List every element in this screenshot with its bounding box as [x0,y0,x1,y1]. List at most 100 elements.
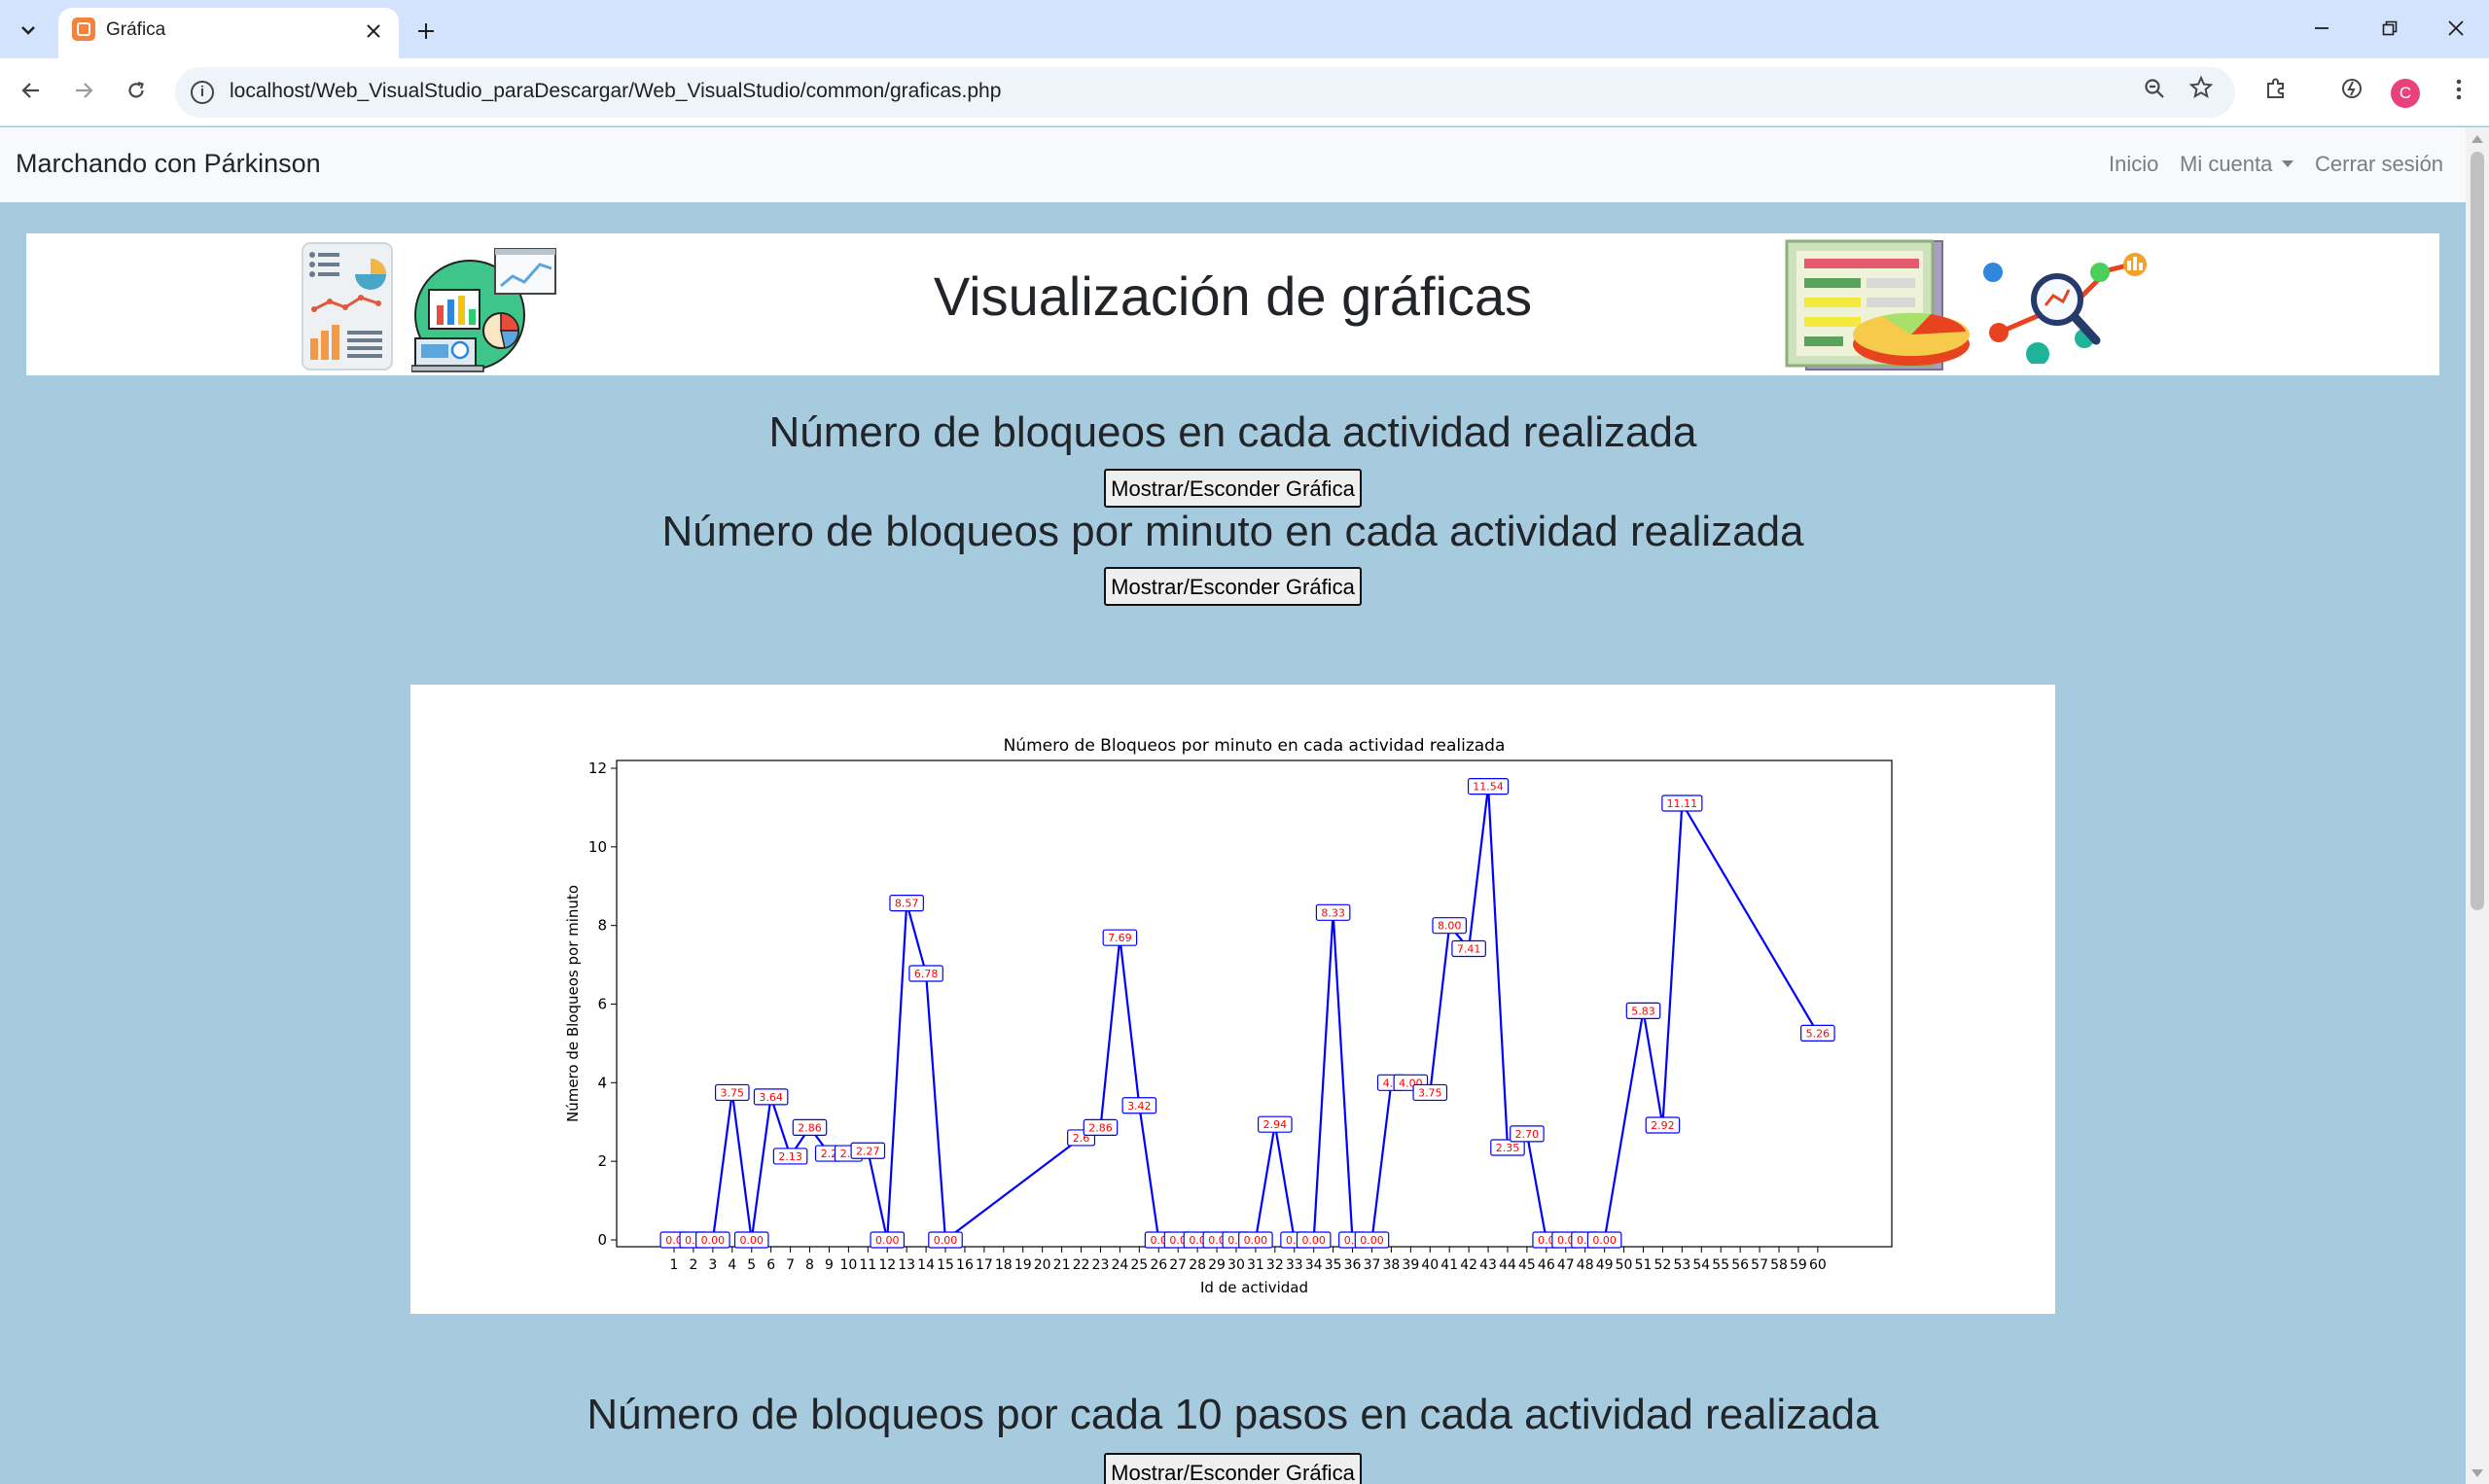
x-tick-label: 29 [1208,1257,1226,1273]
x-tick-label: 25 [1130,1257,1148,1273]
x-tick-label: 47 [1557,1257,1575,1273]
tab-list-button[interactable] [12,14,45,45]
profile-avatar[interactable]: C [2391,79,2420,108]
x-tick-label: 32 [1266,1257,1284,1273]
data-label: 0.00 [934,1234,958,1247]
x-tick-label: 17 [976,1257,993,1273]
plus-icon [418,23,434,39]
x-tick-label: 45 [1518,1257,1536,1273]
forward-button[interactable] [64,72,103,111]
data-label: 5.83 [1631,1005,1655,1017]
x-tick-label: 36 [1344,1257,1362,1273]
data-label: 5.26 [1806,1027,1831,1040]
x-tick-label: 14 [917,1257,935,1273]
data-label: 0.00 [1592,1234,1617,1247]
x-tick-label: 21 [1053,1257,1071,1273]
x-tick-label: 53 [1673,1257,1690,1273]
magnifier-analytics-illustration-icon [1983,253,2147,364]
back-button[interactable] [12,72,51,111]
x-tick-label: 16 [956,1257,974,1273]
reload-button[interactable] [117,72,156,111]
address-bar[interactable]: i localhost/Web_VisualStudio_paraDescarg… [175,67,2235,118]
x-tick-label: 60 [1809,1257,1827,1273]
restore-icon [2382,20,2398,36]
x-tick-label: 15 [937,1257,954,1273]
x-tick-label: 48 [1577,1257,1594,1273]
x-tick-label: 56 [1731,1257,1749,1273]
data-label: 11.11 [1667,797,1698,810]
brand-link[interactable]: Marchando con Párkinson [16,149,321,179]
browser-menu-button[interactable] [2439,72,2478,111]
performance-button[interactable] [2332,72,2371,111]
x-tick-label: 3 [708,1257,717,1273]
scroll-down-arrow-icon[interactable] [2471,1469,2483,1477]
bookmark-button[interactable] [2183,74,2220,111]
pie-chart-board-illustration-icon [1785,239,1970,371]
page-scrollbar[interactable] [2466,127,2489,1484]
data-label: 2.35 [1496,1142,1520,1154]
x-tick-label: 59 [1790,1257,1807,1273]
data-label: 8.33 [1321,906,1345,919]
scroll-up-arrow-icon[interactable] [2471,135,2483,143]
x-tick-label: 46 [1538,1257,1555,1273]
speedometer-icon [2342,79,2362,98]
url-text[interactable]: localhost/Web_VisualStudio_paraDescargar… [230,80,1001,103]
arrow-right-icon [76,83,93,98]
x-tick-label: 42 [1460,1257,1477,1273]
x-tick-label: 40 [1421,1257,1439,1273]
data-label: 11.54 [1473,781,1504,794]
data-label: 2.70 [1515,1128,1540,1141]
section-title-bloqueos-10-pasos: Número de bloqueos por cada 10 pasos en … [587,1391,1879,1438]
x-tick-label: 34 [1305,1257,1323,1273]
extensions-button[interactable] [2257,72,2295,111]
toggle-chart-bloqueos-10-pasos-button[interactable]: Mostrar/Esconder Gráfica [1104,1453,1362,1484]
nav-cerrar-sesion-link[interactable]: Cerrar sesión [2315,152,2443,177]
zoom-button[interactable] [2136,74,2173,111]
line-chart: Número de Bloqueos por minuto en cada ac… [564,736,1893,1296]
window-close-button[interactable] [2434,10,2478,49]
toggle-chart-bloqueos-minuto-button[interactable]: Mostrar/Esconder Gráfica [1104,567,1362,606]
nav-inicio-link[interactable]: Inicio [2109,152,2158,177]
toggle-chart-bloqueos-button[interactable]: Mostrar/Esconder Gráfica [1104,469,1362,508]
minimize-button[interactable] [2299,10,2344,49]
minimize-icon [2315,27,2329,29]
x-tick-label: 43 [1479,1257,1497,1273]
x-tick-label: 8 [805,1257,814,1273]
site-info-icon[interactable]: i [191,81,214,104]
nav-mi-cuenta-dropdown[interactable]: Mi cuenta [2180,152,2294,177]
x-tick-label: 7 [786,1257,795,1273]
x-tick-label: 39 [1402,1257,1419,1273]
header-banner: Visualización de gráficas [26,233,2439,375]
x-tick-label: 52 [1654,1257,1672,1273]
x-tick-label: 27 [1169,1257,1187,1273]
browser-tab[interactable]: Gráfica [58,8,399,58]
data-label: 0.00 [1244,1234,1268,1247]
x-tick-label: 19 [1014,1257,1032,1273]
x-tick-label: 1 [670,1257,679,1273]
x-tick-label: 35 [1325,1257,1342,1273]
scrollbar-thumb[interactable] [2471,152,2484,910]
chart-title: Número de Bloqueos por minuto en cada ac… [1004,736,1506,756]
star-icon [2188,75,2214,99]
x-tick-label: 37 [1364,1257,1381,1273]
x-tick-label: 50 [1616,1257,1633,1273]
x-tick-label: 18 [995,1257,1013,1273]
data-label: 2.92 [1651,1119,1675,1132]
restore-button[interactable] [2367,10,2412,49]
new-tab-button[interactable] [409,12,444,47]
browser-tab-bar: Gráfica [0,0,2489,58]
close-icon [367,24,380,38]
tab-close-button[interactable] [358,14,389,45]
data-label: 8.57 [895,898,919,910]
data-label: 3.75 [721,1086,745,1099]
x-tick-label: 49 [1596,1257,1614,1273]
x-tick-label: 11 [859,1257,876,1273]
x-tick-label: 58 [1770,1257,1788,1273]
x-tick-label: 38 [1382,1257,1400,1273]
x-tick-label: 12 [878,1257,896,1273]
y-axis-label: Número de Bloqueos por minuto [564,885,582,1122]
x-tick-label: 44 [1499,1257,1516,1273]
data-label: 2.86 [1088,1121,1113,1134]
y-tick-label: 0 [597,1231,607,1249]
data-label: 2.13 [778,1150,802,1163]
